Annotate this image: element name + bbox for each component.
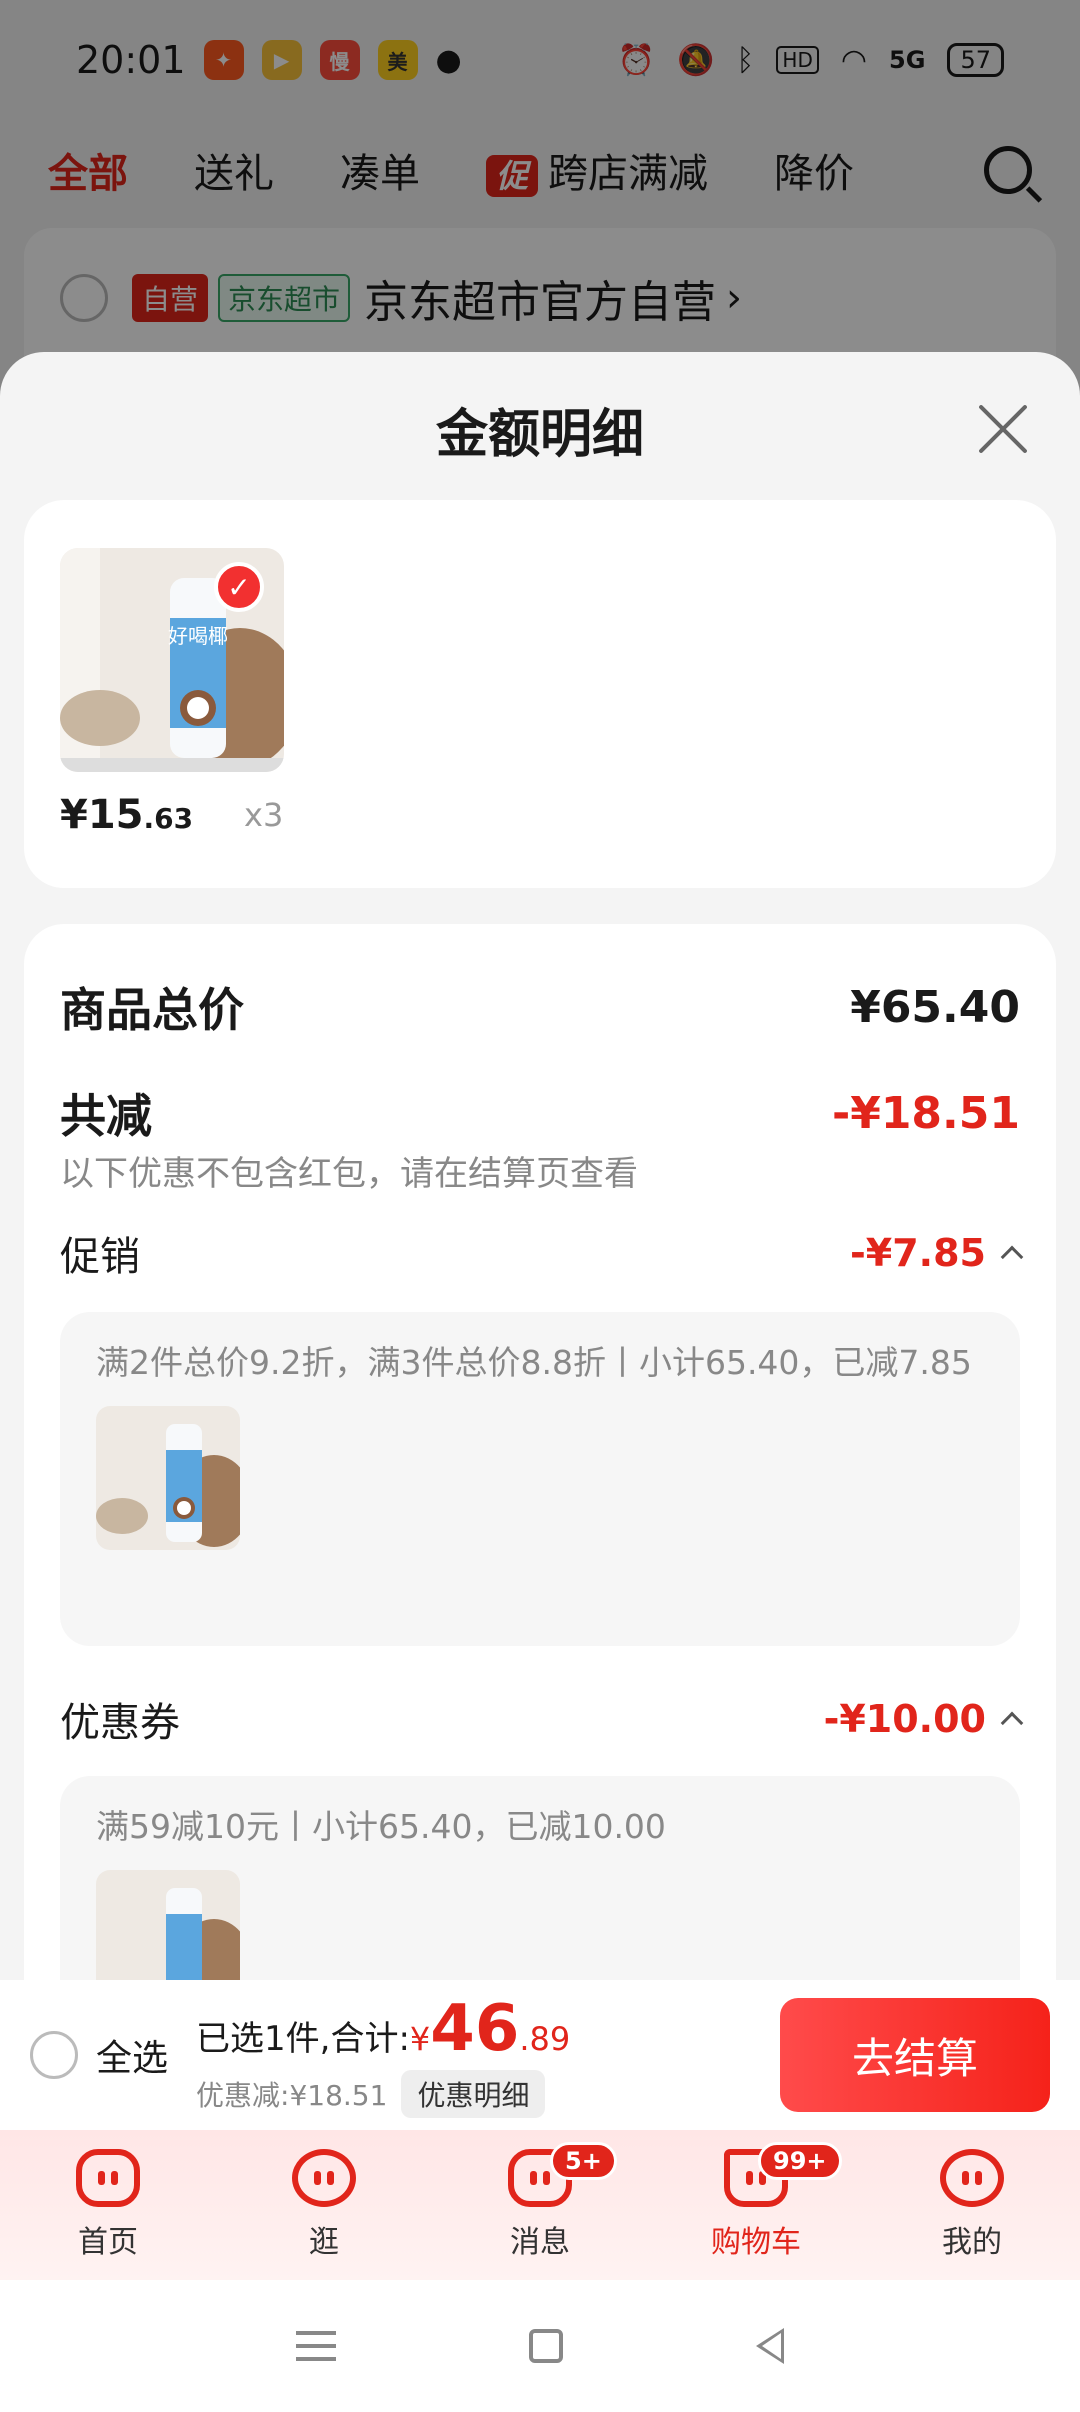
close-icon[interactable] [976,402,1030,456]
checkout-bar: 全选 已选1件,合计: ¥ 46 .89 优惠减:¥18.51 优惠明细 去结算 [0,1980,1080,2130]
tab-messages-label: 消息 [510,2225,570,2260]
product-quantity: x3 [244,796,284,834]
coupon-row[interactable]: 优惠券 -¥10.00 [60,1690,1024,1748]
total-price-label: 商品总价 [60,983,244,1037]
coupon-product-image [96,1870,240,1980]
checkout-button[interactable]: 去结算 [780,1998,1050,2112]
total-price-row: 商品总价 ¥65.40 [60,974,1020,1040]
reduce-row: 共减 -¥18.51 [60,1080,1020,1146]
bottom-tab-bar: 首页 逛 5+ 消息 99+ 购物车 我的 [0,2130,1080,2280]
home-icon [76,2149,140,2207]
total-line: 已选1件,合计: ¥ 46 .89 [196,1992,570,2066]
discount-detail-button[interactable]: 优惠明细 [401,2070,546,2118]
coupon-value: -¥10.00 [823,1697,986,1741]
tab-messages[interactable]: 5+ 消息 [432,2130,648,2280]
promo-detail-box: 满2件总价9.2折，满3件总价8.8折丨小计65.40，已减7.85 [60,1312,1020,1646]
back-icon[interactable] [755,2328,784,2364]
tab-browse[interactable]: 逛 [216,2130,432,2280]
summary-block: 已选1件,合计: ¥ 46 .89 优惠减:¥18.51 优惠明细 [196,1992,570,2118]
tab-mine[interactable]: 我的 [864,2130,1080,2280]
system-nav-bar [0,2280,1080,2412]
message-badge: 5+ [550,2142,617,2180]
promo-product-image [96,1406,240,1550]
product-card: 好喝椰 ✓ ¥15.63 x3 [24,500,1056,888]
sheet-title: 金额明细 [435,405,644,465]
total-currency: ¥ [409,2020,431,2058]
selected-count-text: 已选1件,合计: [196,2019,410,2059]
select-all-label[interactable]: 全选 [96,2029,168,2081]
promo-label: 促销 [60,1234,140,1280]
total-amount-int: 46 [430,1992,520,2066]
coupon-detail-box: 满59减10元丨小计65.40，已减10.00 [60,1776,1020,1980]
total-price-value: ¥65.40 [850,981,1020,1033]
selected-check-icon: ✓ [214,562,264,612]
promo-value: -¥7.85 [850,1231,986,1275]
browse-icon [292,2149,356,2207]
profile-icon [940,2149,1004,2207]
coupon-label: 优惠券 [60,1700,180,1746]
reduce-value: -¥18.51 [831,1087,1020,1139]
tab-home-label: 首页 [78,2225,138,2260]
tab-home[interactable]: 首页 [0,2130,216,2280]
menu-icon[interactable] [296,2331,337,2361]
tab-mine-label: 我的 [942,2225,1002,2260]
coupon-description: 满59减10元丨小计65.40，已减10.00 [96,1807,666,1846]
promo-row[interactable]: 促销 -¥7.85 [60,1224,1024,1282]
promo-description: 满2件总价9.2折，满3件总价8.8折丨小计65.40，已减7.85 [96,1343,972,1382]
tab-cart-label: 购物车 [711,2225,801,2260]
home-square-icon[interactable] [528,2329,563,2363]
chevron-up-icon[interactable] [1000,1245,1024,1269]
price-breakdown-card: 商品总价 ¥65.40 共减 -¥18.51 以下优惠不包含红包，请在结算页查看… [24,924,1056,1980]
bottle-label-text: 好喝椰 [168,624,228,648]
chevron-up-icon[interactable] [1000,1711,1024,1735]
amount-detail-sheet: 金额明细 好喝椰 ✓ ¥15.63 x3 商品总价 ¥65.40 共减 -¥18… [0,352,1080,1980]
select-all-radio[interactable] [30,2031,78,2079]
discount-line: 优惠减:¥18.51 优惠明细 [196,2070,570,2118]
tab-cart[interactable]: 99+ 购物车 [648,2130,864,2280]
cart-badge: 99+ [758,2142,842,2180]
total-amount-dec: .89 [519,2020,571,2058]
discount-text: 优惠减:¥18.51 [196,2079,388,2112]
tab-browse-label: 逛 [309,2225,339,2260]
reduce-note: 以下优惠不包含红包，请在结算页查看 [60,1154,638,1194]
reduce-label: 共减 [60,1089,152,1143]
product-price: ¥15.63 [60,792,194,838]
